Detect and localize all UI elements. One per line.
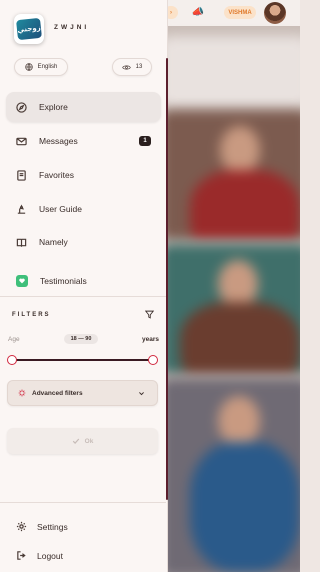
age-min-handle[interactable] [7, 355, 17, 365]
megaphone-icon[interactable]: 📣 [190, 6, 206, 19]
settings-item[interactable]: Settings [16, 521, 68, 532]
logout-item[interactable]: Logout [16, 550, 63, 561]
views-counter[interactable]: 13 [112, 58, 152, 76]
menu-label: Messages [39, 136, 78, 146]
chevron-down-icon [139, 392, 144, 396]
advanced-filters-button[interactable]: Advanced filters [7, 380, 158, 406]
side-drawer: زوجني ZWJNI English 13 Explore Messages … [0, 0, 168, 572]
ok-label: Ok [84, 437, 94, 445]
brand-name: ZWJNI [54, 24, 90, 31]
compass-icon [16, 101, 27, 113]
filter-icon[interactable] [145, 310, 154, 319]
unread-badge: 1 [139, 136, 151, 146]
menu-label: Testimonials [40, 276, 87, 286]
menu-item-testimonials[interactable]: Testimonials [6, 266, 161, 296]
menu-item-explore[interactable]: Explore [6, 92, 161, 122]
profile-card [160, 36, 300, 108]
language-selector[interactable]: English [14, 58, 68, 76]
mail-icon [16, 136, 27, 147]
menu-item-namely[interactable]: Namely [6, 227, 161, 257]
spark-icon [18, 389, 26, 397]
menu-label: Explore [39, 102, 68, 112]
menu-label: User Guide [39, 204, 82, 214]
logout-icon [17, 551, 26, 560]
age-slider-track[interactable] [12, 359, 153, 361]
divider [0, 502, 166, 503]
menu-item-user-guide[interactable]: User Guide [6, 194, 161, 224]
logo-mark: زوجني [16, 17, 42, 41]
check-icon [72, 438, 79, 444]
vip-badge[interactable]: VISHMA [224, 6, 256, 19]
profile-card [160, 110, 300, 240]
settings-label: Settings [37, 521, 68, 532]
gear-icon [16, 521, 27, 532]
filters-heading: FILTERS [12, 312, 51, 318]
bookmark-icon [16, 169, 27, 181]
menu-item-favorites[interactable]: Favorites [6, 160, 161, 190]
divider [0, 296, 166, 297]
menu-label: Namely [39, 237, 68, 247]
guide-icon [16, 204, 27, 215]
avatar[interactable] [264, 2, 286, 24]
globe-icon [24, 63, 33, 71]
language-label: English [37, 64, 58, 70]
age-max-handle[interactable] [148, 355, 158, 365]
app-logo[interactable]: زوجني [14, 14, 44, 44]
drawer-scrollbar[interactable] [166, 58, 168, 500]
profile-card [160, 244, 300, 374]
book-icon [16, 237, 27, 248]
app-root: › 📣 VISHMA زوجني ZWJNI English 13 Explor… [0, 0, 300, 572]
menu-label: Favorites [39, 170, 74, 180]
eye-icon [121, 64, 131, 70]
age-label: Age [8, 336, 20, 343]
views-count: 13 [135, 64, 143, 70]
advanced-filters-label: Advanced filters [32, 389, 83, 397]
ok-button[interactable]: Ok [7, 428, 158, 454]
logout-label: Logout [37, 550, 63, 561]
menu-item-messages[interactable]: Messages 1 [6, 126, 161, 156]
age-range-value: 18 — 90 [64, 334, 98, 344]
heart-chat-icon [16, 275, 28, 287]
profile-card [160, 378, 300, 572]
age-unit: years [142, 336, 159, 343]
